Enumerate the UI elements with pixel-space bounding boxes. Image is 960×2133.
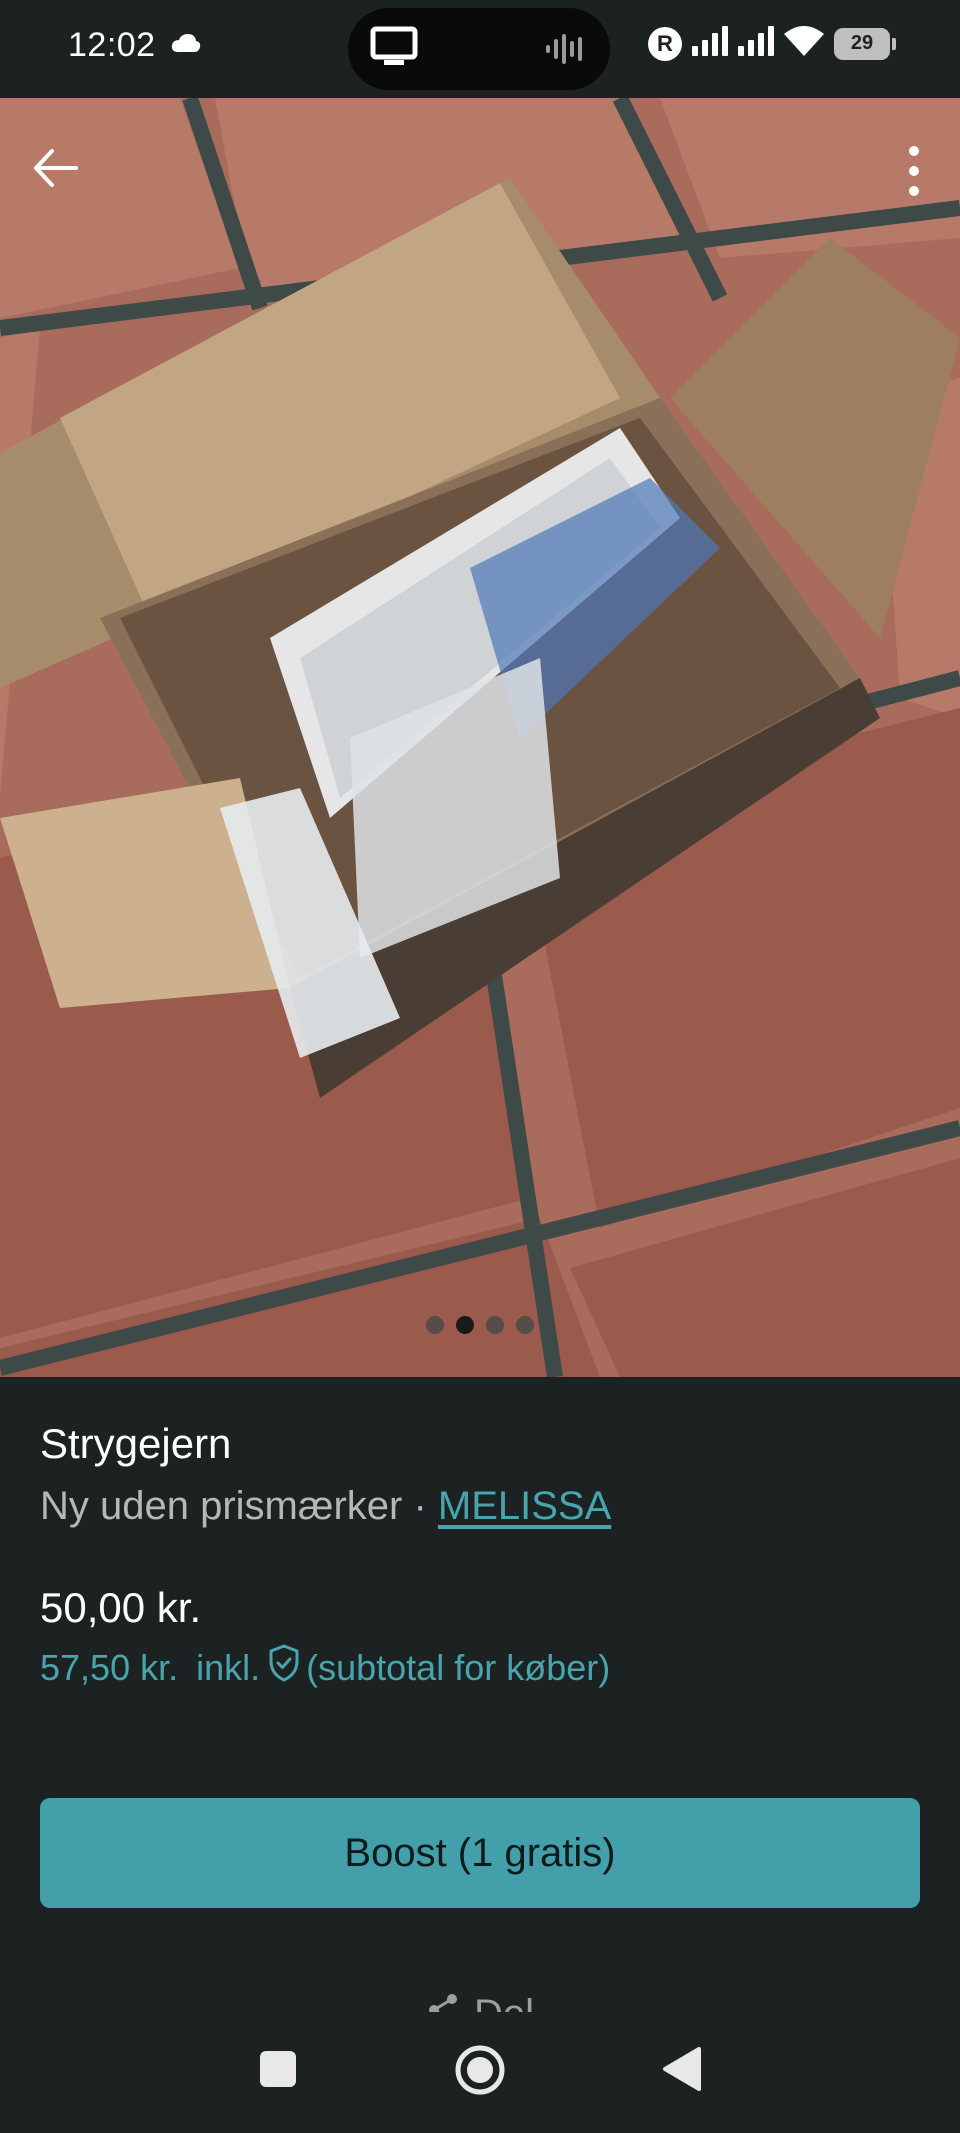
audio-wave-icon [544, 34, 588, 69]
screen-cast-icon [370, 26, 418, 73]
subtotal-label: (subtotal for køber) [306, 1646, 611, 1688]
carousel-dot-active[interactable] [456, 1316, 474, 1334]
system-nav-bar [0, 2012, 960, 2133]
status-bar: 12:02 R 29 [0, 0, 960, 98]
home-icon[interactable] [454, 2044, 506, 2101]
wifi-icon [784, 26, 824, 61]
incl-label: inkl. [196, 1646, 261, 1688]
shield-check-icon [268, 1644, 300, 1691]
share-button[interactable]: Del [0, 1990, 960, 2012]
screen: 12:02 R 29 Strygejern Ny uden prismærker… [0, 0, 960, 2133]
share-label: Del [474, 1992, 534, 2012]
signal-icon [738, 26, 774, 61]
carrier-badge: R [648, 26, 682, 61]
buyer-price: 57,50 kr. [40, 1646, 179, 1688]
product-photo-carousel[interactable] [0, 98, 960, 1377]
status-icons: R 29 [648, 26, 896, 61]
carousel-dot[interactable] [486, 1316, 504, 1334]
signal-icon [692, 26, 728, 61]
product-photo [0, 98, 960, 1377]
camera-island [348, 8, 610, 90]
recents-icon[interactable] [259, 2050, 297, 2093]
buyer-price-info[interactable]: 57,50 kr. inkl. (subtotal for køber) [40, 1644, 610, 1691]
item-condition: Ny uden prismærker [40, 1484, 403, 1528]
status-time: 12:02 [68, 26, 156, 64]
item-price: 50,00 kr. [40, 1584, 202, 1631]
brand-link[interactable]: MELISSA [438, 1484, 611, 1528]
boost-button[interactable]: Boost (1 gratis) [40, 1798, 920, 1908]
share-icon [426, 1992, 460, 2012]
battery-level: 29 [850, 32, 874, 54]
battery-icon: 29 [834, 27, 896, 60]
separator: · [402, 1484, 438, 1528]
carousel-dot[interactable] [426, 1316, 444, 1334]
more-vertical-icon[interactable] [904, 143, 924, 199]
back-nav-icon[interactable] [661, 2046, 701, 2097]
item-title: Strygejern [40, 1420, 232, 1467]
back-arrow-icon[interactable] [30, 143, 80, 193]
item-subtitle: Ny uden prismærker · MELISSA [40, 1484, 611, 1529]
cloud-icon [170, 32, 202, 59]
carousel-dots [0, 1316, 960, 1334]
carousel-dot[interactable] [516, 1316, 534, 1334]
